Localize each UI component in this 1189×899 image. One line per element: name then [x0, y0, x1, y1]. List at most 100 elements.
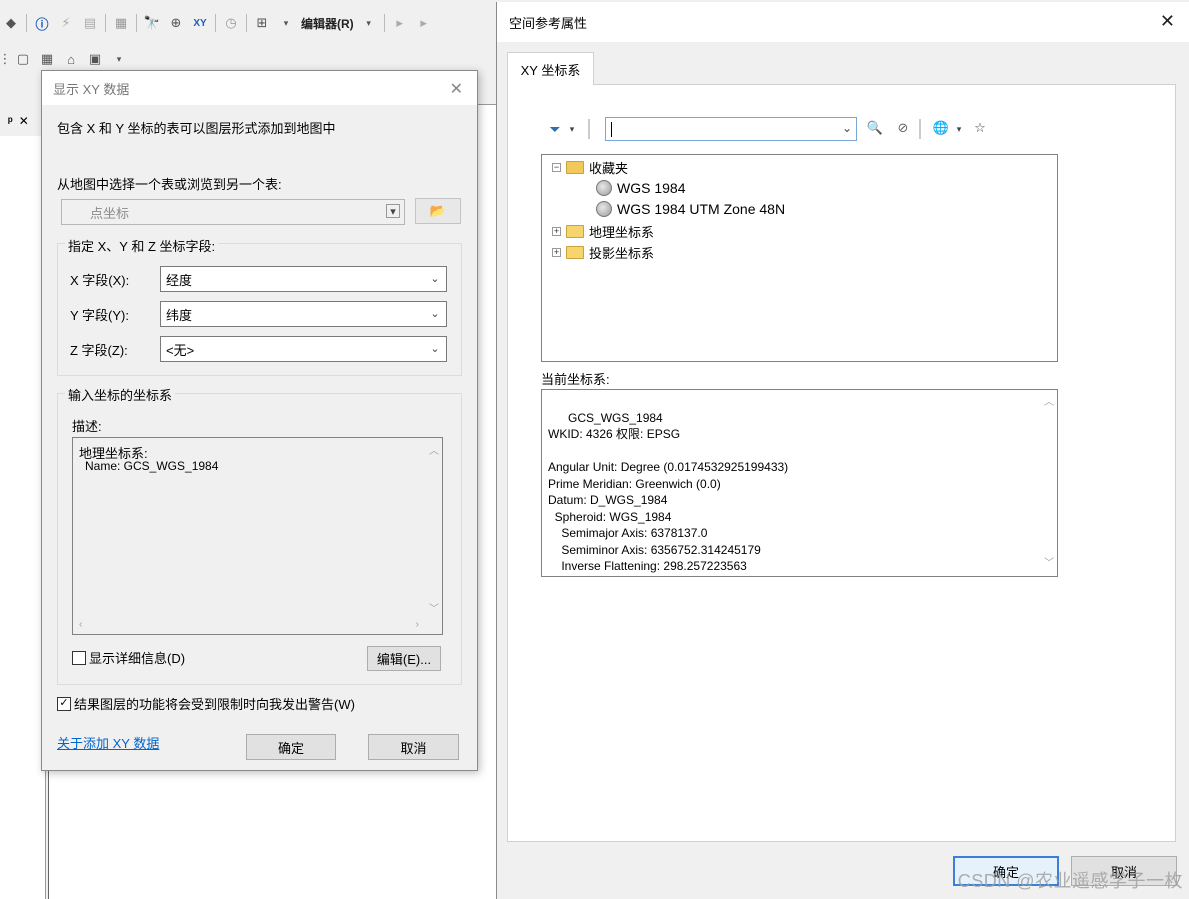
close-icon[interactable]: ✕ — [450, 79, 463, 99]
chevron-down-icon: ⌄ — [430, 307, 440, 320]
ok-button[interactable]: 确定 — [246, 734, 336, 760]
chevron-down-icon[interactable]: ⌄ — [842, 121, 852, 135]
tree-label-geographic: 地理坐标系 — [589, 224, 655, 240]
z-field-value: <无> — [166, 342, 195, 358]
dialog-title: 空间参考属性 — [509, 15, 588, 31]
layout-icon[interactable]: ▢ — [14, 50, 32, 68]
info-icon[interactable]: ⓘ — [33, 14, 51, 32]
tree-label-utm48n: WGS 1984 UTM Zone 48N — [617, 201, 786, 217]
dialog-titlebar: 空间参考属性 ✕ — [497, 2, 1189, 42]
checkbox-unchecked[interactable] — [72, 650, 86, 665]
toolbar-options-icon[interactable]: ▾ — [277, 14, 295, 32]
tree-node-utm48n[interactable]: WGS 1984 UTM Zone 48N — [596, 199, 785, 219]
scroll-down-icon[interactable]: ﹀ — [429, 600, 439, 615]
current-cs-text: GCS_WGS_1984 WKID: 4326 权限: EPSG Angular… — [548, 410, 789, 574]
ok-button[interactable]: 确定 — [953, 856, 1059, 886]
table-icon[interactable]: ▦ — [38, 50, 56, 68]
horizontal-scrollbar[interactable]: ‹ › — [73, 617, 425, 634]
editor-menu[interactable]: 编辑器(R) — [301, 15, 354, 32]
x-field-label: X 字段(X): — [70, 273, 130, 288]
goto-xy-icon[interactable]: XY — [191, 14, 209, 32]
edit-button[interactable]: 编辑(E)... — [367, 646, 441, 671]
scroll-up-icon[interactable]: ︿ — [1044, 395, 1054, 412]
arrow-icon[interactable]: ◆ — [2, 14, 20, 32]
current-cs-label: 当前坐标系: — [541, 372, 610, 387]
chevron-down-icon[interactable]: ▾ — [954, 123, 964, 135]
coordinate-system-tree[interactable]: − 收藏夹 WGS 1984 WGS 1984 UTM Zone 48N + 地… — [541, 154, 1058, 362]
lightning-icon[interactable]: ⚡ — [57, 14, 75, 32]
vertical-scrollbar[interactable]: ︿ ﹀ — [425, 438, 442, 617]
z-field-label: Z 字段(Z): — [70, 343, 128, 358]
vertical-scrollbar[interactable]: ︿ ﹀ — [1039, 390, 1057, 576]
checkmark-icon[interactable]: ✓ — [57, 696, 71, 711]
filter-icon[interactable]: ⏷ — [545, 119, 565, 139]
table-select[interactable]: 点坐标 ▾ — [61, 199, 405, 225]
warn-checkbox[interactable]: ✓ 结果图层的功能将会受到限制时向我发出警告(W) — [57, 694, 355, 713]
cancel-button[interactable]: 取消 — [368, 734, 459, 760]
edit-annotation-icon[interactable]: ▸ — [415, 14, 433, 32]
cs-group-title: 输入坐标的坐标系 — [65, 385, 176, 404]
y-field-label: Y 字段(Y): — [70, 308, 129, 323]
toolbar-standard: ◆ ⓘ ⚡ ▤ ▦ 🔭 ⊕ XY ◷ ⊞ ▾ 编辑器(R) ▾ ▸ ▸ — [0, 8, 433, 38]
browse-table-button[interactable]: 📂 — [415, 198, 461, 224]
intro-text: 包含 X 和 Y 坐标的表可以图层形式添加到地图中 — [57, 121, 336, 136]
toolbar-separator — [26, 14, 27, 32]
toolbar-grip-icon: ⋮ — [0, 51, 12, 66]
arctoolbox-icon[interactable]: ▣ — [86, 50, 104, 68]
globe-icon — [596, 201, 612, 217]
tab-xy-coordinate-system[interactable]: XY 坐标系 — [507, 52, 594, 85]
tree-node-geographic[interactable]: + 地理坐标系 — [552, 221, 654, 241]
time-slider-icon[interactable]: ◷ — [222, 14, 240, 32]
chevron-down-icon: ▾ — [386, 204, 400, 218]
reset-search-icon[interactable]: ⊘ — [893, 118, 913, 138]
about-add-xy-link[interactable]: 关于添加 XY 数据 — [57, 733, 159, 752]
table-of-contents[interactable] — [0, 136, 46, 899]
coordinate-system-search-input[interactable]: ⌄ — [605, 117, 857, 141]
find-binoculars-icon[interactable]: 🔭 — [143, 14, 161, 32]
tree-node-wgs1984[interactable]: WGS 1984 — [596, 178, 685, 198]
tree-label-projected: 投影坐标系 — [589, 245, 655, 261]
toolbar-separator — [383, 14, 385, 32]
scroll-down-icon[interactable]: ﹀ — [1044, 556, 1054, 573]
fields-group-title: 指定 X、Y 和 Z 坐标字段: — [65, 236, 219, 255]
toolbar-options-icon[interactable]: ▾ — [110, 50, 128, 68]
zoom-window-icon[interactable]: ⊞ — [253, 14, 271, 32]
warn-label: 结果图层的功能将会受到限制时向我发出警告(W) — [74, 697, 355, 712]
toolbar-separator — [246, 14, 247, 32]
scroll-up-icon[interactable]: ︿ — [429, 442, 439, 457]
catalog-icon[interactable]: ⌂ — [62, 50, 80, 68]
description-box[interactable]: 地理坐标系: Name: GCS_WGS_1984 ︿ ﹀ ‹ › — [72, 437, 443, 635]
x-field-select[interactable]: 经度 ⌄ — [160, 266, 447, 292]
tree-node-projected[interactable]: + 投影坐标系 — [552, 242, 654, 262]
show-details-checkbox[interactable]: 显示详细信息(D) — [72, 648, 185, 667]
open-folder-icon: 📂 — [429, 203, 447, 218]
add-favorite-star-icon[interactable]: ☆ — [970, 118, 990, 138]
spatial-reference-properties-dialog: 空间参考属性 ✕ XY 坐标系 ⏷ ▾ ⌄ 🔍 ⊘ 🌐 ▾ ☆ − 收藏夹 WG… — [496, 2, 1189, 899]
show-details-label: 显示详细信息(D) — [89, 651, 186, 666]
find-route-icon[interactable]: ⊕ — [167, 14, 185, 32]
pin-icon[interactable]: ᵖ — [8, 114, 13, 128]
toolbar-separator — [919, 119, 921, 139]
scroll-left-icon[interactable]: ‹ — [79, 619, 82, 630]
collapse-icon[interactable]: − — [552, 162, 561, 172]
globe-add-icon[interactable]: 🌐 — [931, 118, 951, 138]
scroll-right-icon[interactable]: › — [416, 619, 419, 630]
y-field-select[interactable]: 纬度 ⌄ — [160, 301, 447, 327]
current-cs-details[interactable]: GCS_WGS_1984 WKID: 4326 权限: EPSG Angular… — [541, 389, 1058, 577]
close-icon[interactable]: ✕ — [1160, 11, 1175, 32]
chevron-down-icon: ⌄ — [430, 272, 440, 285]
tree-node-favorites[interactable]: − 收藏夹 — [552, 157, 628, 177]
expand-icon[interactable]: + — [552, 226, 561, 236]
desc-line-2: Name: GCS_WGS_1984 — [85, 459, 219, 473]
folder-icon — [566, 245, 584, 259]
close-icon[interactable]: ✕ — [19, 114, 29, 128]
cancel-button[interactable]: 取消 — [1071, 856, 1177, 886]
html-popup-icon[interactable]: ▤ — [81, 14, 99, 32]
z-field-select[interactable]: <无> ⌄ — [160, 336, 447, 362]
search-icon[interactable]: 🔍 — [865, 118, 885, 138]
measure-icon[interactable]: ▦ — [112, 14, 130, 32]
edit-tool-icon[interactable]: ▸ — [391, 14, 409, 32]
chevron-down-icon[interactable]: ▾ — [567, 123, 577, 135]
expand-icon[interactable]: + — [552, 247, 561, 257]
toolbar-separator — [588, 119, 590, 139]
